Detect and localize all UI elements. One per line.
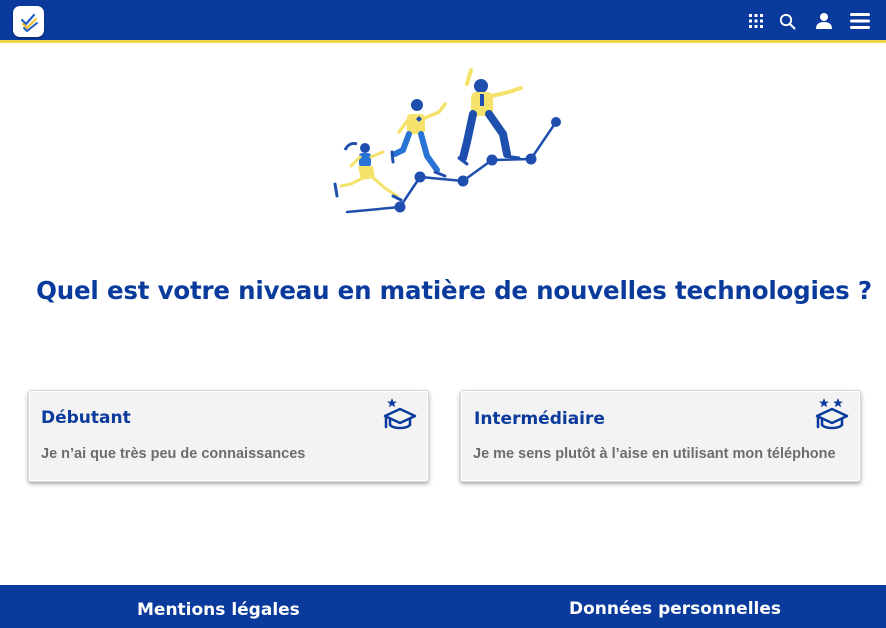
top-app-bar <box>0 0 886 43</box>
level-card-intermediate[interactable]: Intermédiaire Je me sens plutôt à l’aise… <box>460 390 861 482</box>
level-description: Je n’ai que très peu de connaissances <box>41 446 306 462</box>
apps-grid-icon[interactable] <box>744 9 768 33</box>
graduation-cap-icon <box>382 396 418 430</box>
user-icon[interactable] <box>812 9 836 33</box>
level-card-beginner[interactable]: Débutant Je n’ai que très peu de connais… <box>28 390 429 482</box>
footer-bar: Mentions légales Données personnelles <box>0 585 886 628</box>
personal-data-link[interactable]: Données personnelles <box>569 599 781 619</box>
level-title: Débutant <box>41 408 131 428</box>
legal-notice-link[interactable]: Mentions légales <box>137 600 300 620</box>
level-description: Je me sens plutôt à l’aise en utilisant … <box>473 446 836 462</box>
page-title: Quel est votre niveau en matière de nouv… <box>36 276 872 305</box>
search-icon[interactable] <box>775 9 799 33</box>
level-title: Intermédiaire <box>474 409 605 429</box>
graduation-cap-icon <box>814 396 850 430</box>
menu-icon[interactable] <box>848 9 872 33</box>
checklist-logo-icon[interactable] <box>13 6 44 37</box>
climbing-people-illustration <box>325 62 565 222</box>
